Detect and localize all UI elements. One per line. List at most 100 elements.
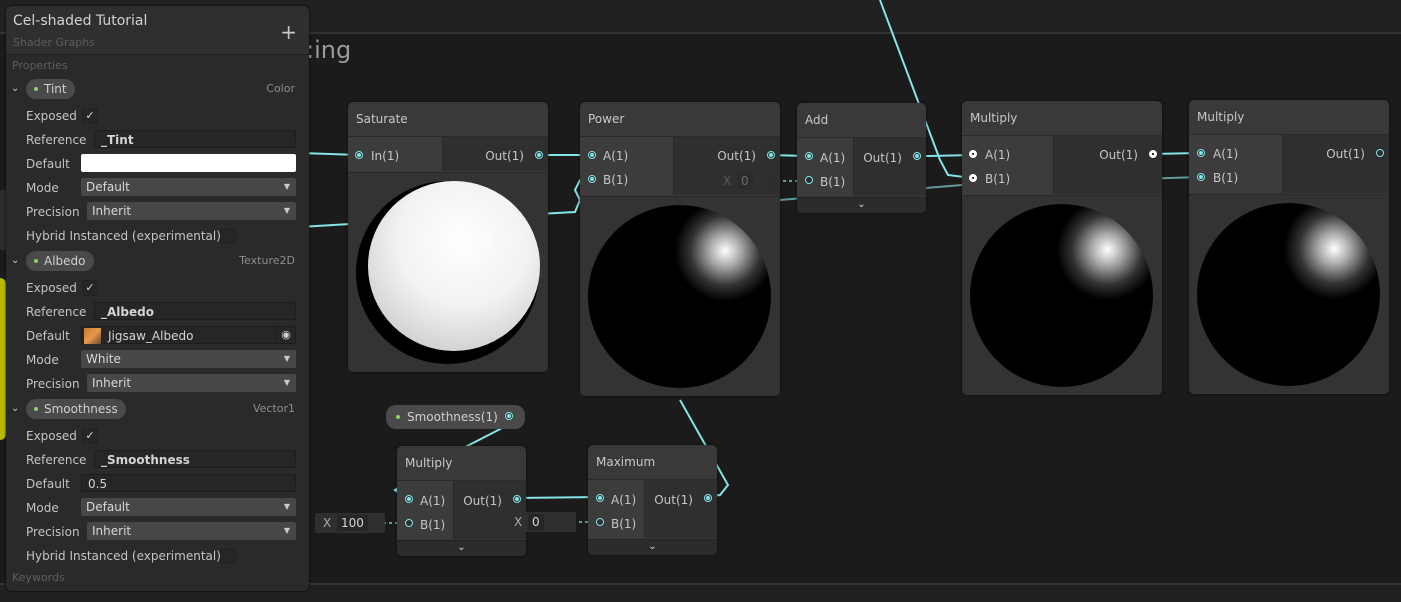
- port-icon[interactable]: [513, 495, 521, 503]
- node-saturate[interactable]: Saturate In(1) Out(1): [348, 102, 548, 372]
- port-icon[interactable]: [596, 494, 604, 502]
- property-type: Vector1: [252, 402, 295, 415]
- node-outputs: Out(1): [1283, 135, 1389, 193]
- chevron-down-icon[interactable]: ⌄: [11, 83, 19, 94]
- port-label: Out(1): [485, 149, 524, 163]
- port-icon[interactable]: [596, 518, 604, 526]
- port-icon[interactable]: [535, 151, 543, 159]
- exposed-dot-icon: [34, 407, 38, 411]
- precision-dropdown[interactable]: Inherit ▼: [87, 374, 296, 392]
- reference-field[interactable]: _Smoothness: [94, 450, 296, 468]
- port-icon[interactable]: [704, 494, 712, 502]
- port-icon[interactable]: [767, 151, 775, 159]
- property-tint[interactable]: ⌄ Tint Color: [6, 79, 309, 101]
- mode-dropdown[interactable]: Default ▼: [81, 498, 296, 516]
- node-add[interactable]: Add A(1) B(1) Out(1) ⌄: [797, 103, 926, 213]
- node-multiply-2[interactable]: Multiply A(1) B(1) Out(1): [1189, 100, 1389, 394]
- expand-button[interactable]: ⌄: [397, 540, 526, 556]
- property-smoothness[interactable]: ⌄ Smoothness Vector1: [6, 399, 309, 421]
- node-smoothness-property[interactable]: Smoothness(1): [386, 405, 525, 429]
- port-icon[interactable]: [805, 152, 813, 160]
- plus-icon[interactable]: +: [280, 22, 297, 42]
- mode-dropdown[interactable]: Default ▼: [81, 178, 296, 196]
- property-pill[interactable]: Tint: [26, 79, 75, 99]
- node-power[interactable]: Power A(1) B(1) Out(1): [580, 102, 780, 396]
- add-b-input[interactable]: X 0: [715, 171, 777, 191]
- node-preview: [1189, 194, 1389, 394]
- port-icon[interactable]: [505, 412, 513, 420]
- port-icon[interactable]: [355, 151, 363, 159]
- reference-field[interactable]: _Albedo: [94, 302, 296, 320]
- node-multiply-1[interactable]: Multiply A(1) B(1) Out(1): [962, 101, 1162, 395]
- chevron-down-icon[interactable]: ⌄: [11, 255, 19, 266]
- port-label: B(1): [985, 172, 1011, 186]
- node-outputs: Out(1): [1054, 136, 1162, 194]
- precision-dropdown[interactable]: Inherit ▼: [87, 202, 296, 220]
- port-icon[interactable]: [1197, 173, 1205, 181]
- property-albedo[interactable]: ⌄ Albedo Texture2D: [6, 251, 309, 273]
- preview-highlight: [368, 181, 540, 351]
- exposed-checkbox[interactable]: ✓: [82, 428, 98, 444]
- dropdown-arrow-icon: ▼: [283, 206, 290, 215]
- multiply-b-input[interactable]: X 100: [315, 513, 385, 533]
- blackboard-title: Cel-shaded Tutorial: [13, 13, 148, 29]
- expand-button[interactable]: ⌄: [588, 539, 717, 555]
- mode-row: Mode Default ▼: [26, 178, 296, 198]
- default-row: Default: [26, 154, 296, 174]
- port-icon[interactable]: [405, 519, 413, 527]
- port-label: A(1): [611, 493, 637, 507]
- port-icon[interactable]: [1376, 149, 1384, 157]
- port-label: A(1): [1213, 147, 1239, 161]
- port-icon[interactable]: [969, 150, 977, 158]
- reference-row: Reference _Tint: [26, 130, 296, 150]
- exposed-row: Exposed ✓: [26, 106, 296, 126]
- preview-sphere: [970, 204, 1153, 387]
- reference-field[interactable]: _Tint: [94, 130, 296, 148]
- preview-sphere: [588, 205, 771, 388]
- port-icon[interactable]: [588, 175, 596, 183]
- property-pill[interactable]: Smoothness: [26, 399, 126, 419]
- port-icon[interactable]: [969, 174, 977, 182]
- port-icon[interactable]: [805, 176, 813, 184]
- exposed-checkbox[interactable]: ✓: [82, 280, 98, 296]
- node-maximum[interactable]: Maximum A(1) B(1) Out(1) ⌄: [588, 445, 717, 555]
- port-icon[interactable]: [588, 151, 596, 159]
- port-icon[interactable]: [1149, 150, 1157, 158]
- maximum-b-input[interactable]: X 0: [506, 512, 576, 532]
- port-icon[interactable]: [1197, 149, 1205, 157]
- port-label: Out(1): [863, 151, 902, 165]
- multiply-b-value[interactable]: 100: [337, 515, 368, 531]
- chevron-down-icon[interactable]: ⌄: [11, 403, 19, 414]
- node-inputs: A(1) B(1): [588, 480, 645, 538]
- port-label: A(1): [985, 148, 1011, 162]
- object-picker-icon[interactable]: ◉: [276, 327, 295, 343]
- port-label: Out(1): [1099, 148, 1138, 162]
- port-label: Out(1): [654, 493, 693, 507]
- node-title: Power: [580, 102, 780, 137]
- port-icon[interactable]: [913, 152, 921, 160]
- node-title: Saturate: [348, 102, 548, 137]
- default-value-field[interactable]: 0.5: [81, 474, 296, 492]
- precision-dropdown[interactable]: Inherit ▼: [87, 522, 296, 540]
- mode-row: Mode Default ▼: [26, 498, 296, 518]
- property-type: Texture2D: [239, 254, 295, 267]
- maximum-b-value[interactable]: 0: [528, 514, 544, 530]
- node-outputs: Out(1): [854, 138, 926, 196]
- group-title[interactable]: :ing: [306, 36, 351, 64]
- port-label: Out(1): [463, 494, 502, 508]
- node-title: Multiply: [1189, 100, 1389, 135]
- property-pill[interactable]: Albedo: [26, 251, 94, 271]
- node-inputs: A(1) B(1): [962, 136, 1054, 194]
- node-preview: [962, 195, 1162, 395]
- add-b-value[interactable]: 0: [737, 173, 753, 189]
- mode-dropdown[interactable]: White ▼: [81, 350, 296, 368]
- exposed-checkbox[interactable]: ✓: [82, 108, 98, 124]
- texture-field[interactable]: Jigsaw_Albedo ◉: [81, 326, 296, 344]
- hybrid-checkbox[interactable]: [220, 228, 236, 244]
- port-icon[interactable]: [405, 495, 413, 503]
- expand-button[interactable]: ⌄: [797, 197, 926, 213]
- default-color-field[interactable]: [81, 154, 296, 172]
- port-label: In(1): [371, 149, 400, 163]
- hybrid-checkbox[interactable]: [220, 548, 236, 564]
- node-multiply-3[interactable]: Multiply A(1) B(1) Out(1) ⌄: [397, 446, 526, 556]
